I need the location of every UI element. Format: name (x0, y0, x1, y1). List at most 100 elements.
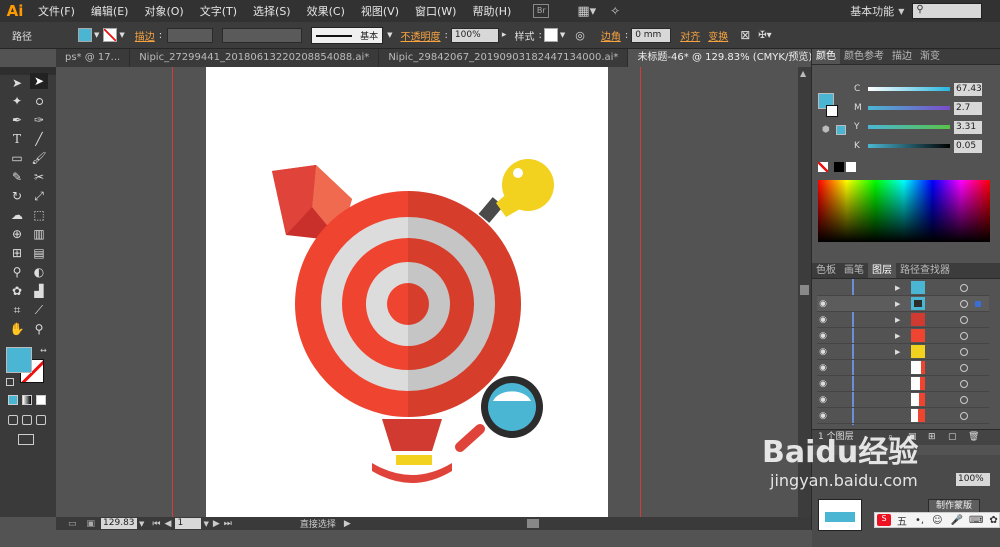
screen-mode-icon[interactable] (18, 434, 34, 445)
doc-tab-2[interactable]: Nipic_27299441_20180613220208854088.ai* (130, 49, 380, 67)
yellow-slider[interactable]: Y 3.31 (854, 119, 996, 135)
stroke-swatch-none[interactable] (103, 28, 118, 42)
target-circle-icon[interactable] (960, 284, 968, 292)
style-chevron-icon[interactable]: ▼ (560, 31, 565, 39)
opacity-label[interactable]: 不透明度 (397, 28, 445, 43)
menu-object[interactable]: 对象(O) (136, 3, 191, 19)
zoom-field[interactable]: 129.83 (101, 518, 138, 529)
ime-keyboard-icon[interactable]: ⌨ (969, 515, 983, 526)
menu-effect[interactable]: 效果(C) (299, 3, 353, 19)
panel-stroke-box[interactable] (826, 105, 838, 117)
page-chevron-icon[interactable]: ▼ (203, 520, 208, 528)
layer-row[interactable]: ▶ (817, 280, 989, 296)
layer-row[interactable]: ◉ ▶ (817, 296, 989, 312)
magic-wand-tool-icon[interactable]: ✦ (8, 93, 26, 109)
target-base-funnel[interactable] (382, 419, 442, 451)
fill-swatch[interactable] (78, 28, 92, 42)
expand-arrow-icon[interactable]: ▶ (895, 300, 900, 308)
bridge-icon[interactable]: Br (533, 4, 550, 18)
opacity-chevron-icon[interactable]: ▸ (502, 30, 507, 40)
pencil-tool-icon[interactable]: ✎ (8, 169, 26, 185)
free-transform-tool-icon[interactable]: ⬚ (30, 207, 48, 223)
artboard-nav-icon[interactable]: ▣ (87, 519, 96, 529)
selection-tool-icon[interactable]: ➤ (8, 75, 26, 91)
slice-tool-icon[interactable]: ⟋ (30, 302, 48, 318)
layer-row[interactable]: ◉ (817, 360, 989, 376)
target-circle-icon[interactable] (960, 348, 968, 356)
arrange-documents-icon[interactable]: ▦▾ (577, 4, 596, 19)
visibility-eye-icon[interactable]: ◉ (817, 299, 829, 309)
menu-select[interactable]: 选择(S) (245, 3, 299, 19)
black-value[interactable]: 0.05 (954, 139, 982, 153)
black-color-icon[interactable] (834, 162, 844, 172)
ime-voice-icon[interactable]: 🎤 (951, 515, 963, 526)
target-circle-icon[interactable] (960, 316, 968, 324)
doc-tab-3[interactable]: Nipic_29842067_20190903182447134000.ai* (379, 49, 629, 67)
rotate-tool-icon[interactable]: ↻ (8, 188, 26, 204)
opacity-field[interactable]: 100% (450, 27, 499, 43)
perspective-grid-tool-icon[interactable]: ▥ (30, 226, 48, 242)
target-illustration[interactable] (206, 67, 608, 517)
sogou-logo-icon[interactable]: S (877, 514, 891, 526)
variable-width-dropdown[interactable] (222, 27, 303, 43)
target-circle-icon[interactable] (960, 412, 968, 420)
target-circle-icon[interactable] (960, 396, 968, 404)
tab-color-guide[interactable]: 颜色参考 (840, 49, 888, 64)
gradient-tool-icon[interactable]: ▤ (30, 245, 48, 261)
color-mode-icon[interactable] (8, 395, 18, 405)
delete-layer-icon[interactable]: 🗑 (968, 430, 979, 445)
tab-color[interactable]: 颜色 (812, 49, 840, 64)
tab-pathfinder[interactable]: 路径查找器 (896, 263, 954, 278)
menu-view[interactable]: 视图(V) (353, 3, 407, 19)
visibility-eye-icon[interactable]: ◉ (817, 395, 829, 405)
tab-stroke[interactable]: 描边 (888, 49, 916, 64)
layer-row[interactable]: ◉ (817, 376, 989, 392)
stroke-weight-dropdown[interactable] (167, 27, 214, 43)
artboard[interactable] (206, 67, 608, 517)
black-slider[interactable]: K 0.05 (854, 138, 996, 154)
status-menu-icon[interactable]: ▭ (68, 519, 77, 529)
default-colors-icon[interactable] (6, 378, 14, 386)
scale-tool-icon[interactable]: ⤢ (30, 188, 48, 204)
visibility-eye-icon[interactable]: ◉ (817, 315, 829, 325)
column-graph-tool-icon[interactable]: ▟ (30, 283, 48, 299)
target-circle-icon[interactable] (960, 332, 968, 340)
layer-row[interactable]: ◉ (817, 392, 989, 408)
draw-behind-icon[interactable] (22, 415, 32, 425)
ime-mode-label[interactable]: 五 (897, 513, 907, 528)
hand-tool-icon[interactable]: ✋ (8, 321, 26, 337)
tab-layers[interactable]: 图层 (868, 263, 896, 278)
scroll-up-icon[interactable]: ▲ (800, 69, 806, 78)
tab-gradient[interactable]: 渐变 (916, 49, 944, 64)
zoom-tool-icon[interactable]: ⚲ (30, 321, 48, 337)
recolor-icon[interactable]: ◎ (575, 29, 585, 42)
isolate-icon[interactable]: ⊠ (740, 28, 750, 42)
menu-edit[interactable]: 编辑(E) (83, 3, 137, 19)
layer-row[interactable]: ◉ ▶ (817, 344, 989, 360)
expand-arrow-icon[interactable]: ▶ (895, 284, 900, 292)
next-page-icon[interactable]: ▶ (213, 519, 220, 529)
cyan-track[interactable] (868, 87, 950, 91)
layer-row[interactable]: ◉ (817, 408, 989, 424)
draw-normal-icon[interactable] (8, 415, 18, 425)
lasso-tool-icon[interactable]: ഠ (30, 93, 48, 109)
transparency-opacity-field[interactable]: 100% (956, 473, 990, 486)
zoom-chevron-icon[interactable]: ▼ (139, 520, 144, 528)
cyan-slider[interactable]: C 67.43 (854, 81, 996, 97)
expand-arrow-icon[interactable]: ▶ (895, 332, 900, 340)
doc-tab-active[interactable]: 未标题-46* @ 129.83% (CMYK/预览) (628, 49, 823, 67)
expand-arrow-icon[interactable]: ▶ (895, 348, 900, 356)
menu-window[interactable]: 窗口(W) (407, 3, 464, 19)
visibility-eye-icon[interactable]: ◉ (817, 411, 829, 421)
cyan-value[interactable]: 67.43 (954, 82, 982, 96)
graphic-style-swatch[interactable] (543, 28, 558, 42)
fill-color-box[interactable] (6, 347, 32, 373)
scissors-tool-icon[interactable]: ✂ (30, 169, 48, 185)
swap-colors-icon[interactable]: ↔ (40, 346, 47, 355)
horizontal-scroll-thumb[interactable] (526, 519, 539, 528)
white-color-icon[interactable] (846, 162, 856, 172)
target-circle-icon[interactable] (960, 364, 968, 372)
layer-row[interactable]: ◉ ▶ (817, 328, 989, 344)
target-circle-icon[interactable] (960, 300, 968, 308)
visibility-eye-icon[interactable]: ◉ (817, 379, 829, 389)
